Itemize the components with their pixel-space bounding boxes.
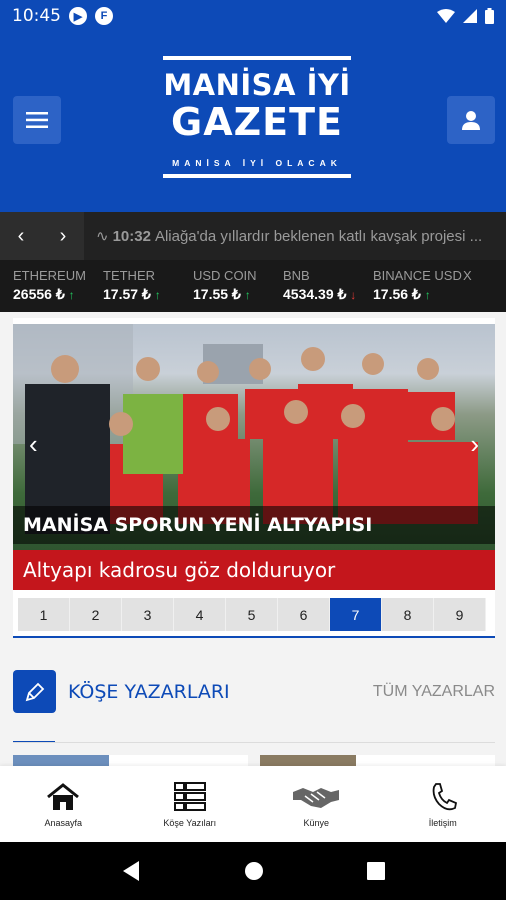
page-button[interactable]: 1 [18,598,70,631]
nav-label: İletişim [428,818,457,828]
menu-button[interactable] [13,96,61,144]
ticker-controls: ‹ › [0,212,84,260]
logo-tagline: MANİSA İYİ OLACAK [172,158,342,168]
coin-item: X [463,260,483,312]
ticker-next-icon[interactable]: › [60,225,67,248]
status-time: 10:45 [12,6,61,26]
ticker-headline: Aliağa'da yıllardır beklenen katlı kavşa… [154,227,483,245]
status-bar: 10:45 ▶ F [0,0,506,32]
coin-value: 17.57 ₺ [103,286,151,302]
recents-icon[interactable] [366,862,385,880]
arrow-up-icon: ↑ [424,288,431,302]
crypto-rates: ETHEREUM 26556 ₺ ↑ TETHER 17.57 ₺ ↑ USD … [0,260,506,312]
coin-item: TETHER 17.57 ₺ ↑ [103,260,193,312]
coin-item: BINANCE USD 17.56 ₺ ↑ [373,260,463,312]
page-button[interactable]: 3 [122,598,174,631]
battery-icon [485,8,494,24]
arrow-down-icon: ↓ [350,288,357,302]
arrow-up-icon: ↑ [68,288,75,302]
logo-rule-bottom [163,174,351,178]
coin-value: 4534.39 ₺ [283,286,347,302]
section-title: KÖŞE YAZARLARI [68,680,230,703]
page-button[interactable]: 2 [70,598,122,631]
coin-item: USD COIN 17.55 ₺ ↑ [193,260,283,312]
news-ticker: ‹ › ∿ 10:32 Aliağa'da yıllardır beklenen… [0,212,506,260]
wifi-icon [437,9,455,23]
logo-line1: MANİSA İYİ [163,68,351,102]
nav-imprint[interactable]: Künye [253,766,380,842]
page-button[interactable]: 9 [434,598,486,631]
coin-item: BNB 4534.39 ₺ ↓ [283,260,373,312]
coin-name: BINANCE USD [373,268,462,283]
arrow-up-icon: ↑ [154,288,161,302]
slide-headline[interactable]: MANİSA SPORUN YENİ ALTYAPISI [13,506,495,544]
coin-name: USD COIN [193,268,257,283]
handshake-icon [293,788,340,808]
nav-contact[interactable]: İletişim [380,766,506,842]
nav-home[interactable]: Anasayfa [0,766,127,842]
coin-name: ETHEREUM [13,268,86,283]
coin-value: 26556 ₺ [13,286,65,302]
divider [13,742,495,743]
app-header: MANİSA İYİ GAZETE MANİSA İYİ OLACAK [0,32,506,212]
coin-item: ETHEREUM 26556 ₺ ↑ [13,260,103,312]
logo-line2: GAZETE [171,100,343,144]
user-icon [462,111,480,130]
nav-label: Anasayfa [44,818,83,828]
coin-name: TETHER [103,268,155,283]
grid-list-icon [173,782,206,811]
coin-name: BNB [283,268,310,283]
page-button[interactable]: 4 [174,598,226,631]
home-circle-icon[interactable] [244,861,264,881]
page-button[interactable]: 6 [278,598,330,631]
bottom-navigation: Anasayfa Köşe Yazıları Künye İletişim [0,766,506,842]
back-icon[interactable] [121,860,141,882]
pen-icon [13,670,56,713]
slide-pager: 1 2 3 4 5 6 7 8 9 [18,598,486,631]
slide-next-icon[interactable]: › [470,429,479,460]
ticker-item[interactable]: ∿ 10:32 Aliağa'da yıllardır beklenen kat… [84,227,506,246]
page-button[interactable]: 5 [226,598,278,631]
signal-icon [463,9,477,23]
site-logo[interactable]: MANİSA İYİ GAZETE MANİSA İYİ OLACAK [163,56,351,186]
nav-columns[interactable]: Köşe Yazıları [127,766,254,842]
columnists-section: KÖŞE YAZARLARI TÜM YAZARLAR [13,670,495,767]
shield-play-icon: ▶ [69,7,87,25]
home-icon [47,783,80,810]
slide-subline[interactable]: Altyapı kadrosu göz dolduruyor [13,550,495,590]
headline-slider: ‹ › MANİSA SPORUN YENİ ALTYAPISI Altyapı… [13,318,495,638]
ticker-time: 10:32 [112,227,151,245]
ticker-prev-icon[interactable]: ‹ [18,225,25,248]
page-button-active[interactable]: 7 [330,598,382,631]
coin-name: X [463,268,472,283]
page-button[interactable]: 8 [382,598,434,631]
hamburger-icon [26,112,48,128]
logo-rule-top [163,56,351,60]
arrow-up-icon: ↑ [244,288,251,302]
nav-label: Köşe Yazıları [163,818,217,828]
phone-icon [432,783,457,811]
coin-value: 17.55 ₺ [193,286,241,302]
system-navigation-bar [0,842,506,900]
coin-value: 17.56 ₺ [373,286,421,302]
nav-label: Künye [303,818,330,828]
pulse-icon: ∿ [96,228,109,245]
user-account-button[interactable] [447,96,495,144]
f-notification-icon: F [95,7,113,25]
slide-prev-icon[interactable]: ‹ [29,429,38,460]
all-authors-link[interactable]: TÜM YAZARLAR [373,683,495,701]
